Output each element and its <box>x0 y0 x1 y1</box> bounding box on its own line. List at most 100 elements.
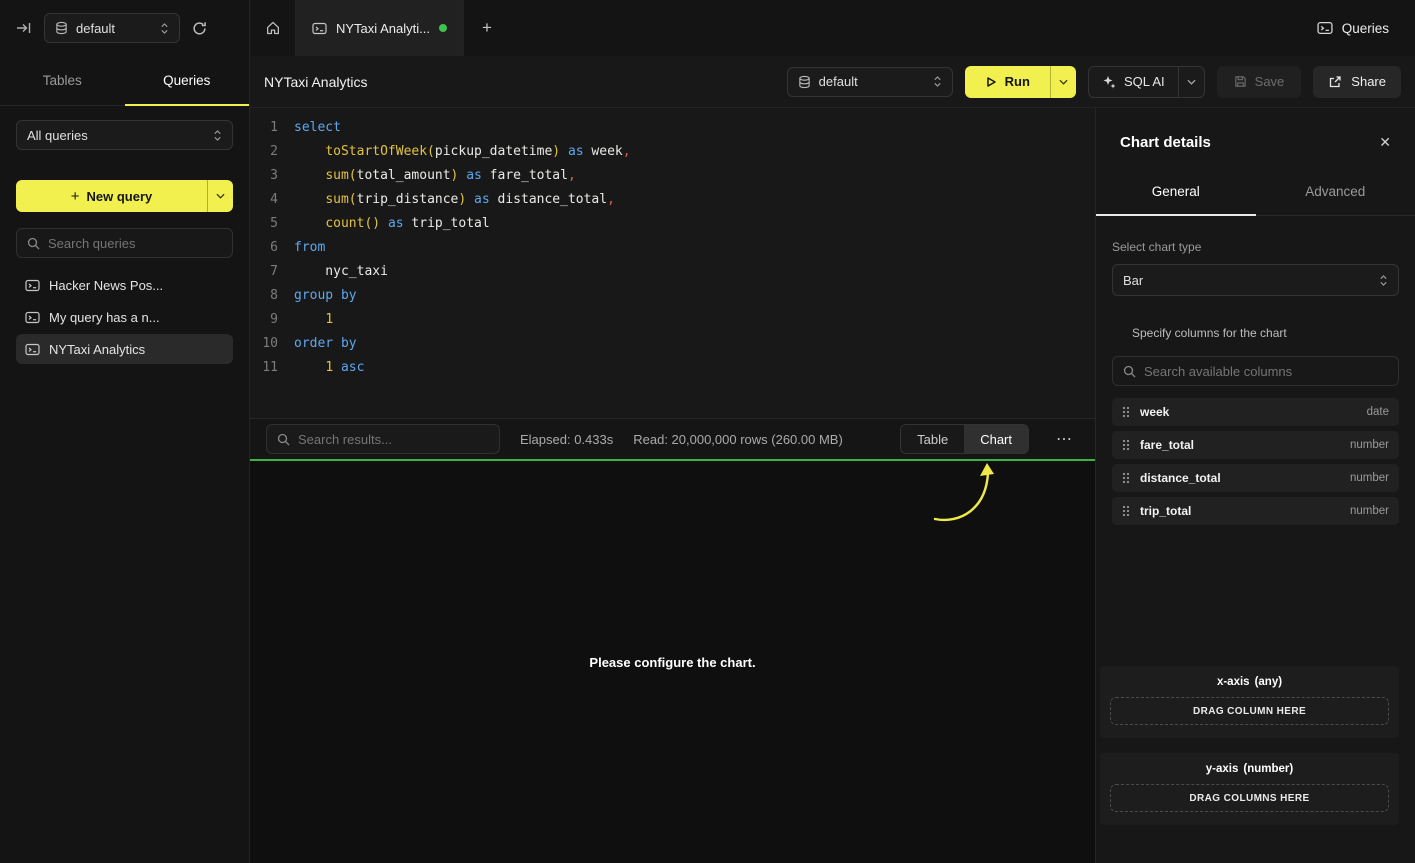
more-options-button[interactable]: ⋯ <box>1049 429 1079 449</box>
sql-editor[interactable]: 1234567891011 select toStartOfWeek(picku… <box>250 108 1095 418</box>
query-item-label: NYTaxi Analytics <box>49 342 145 357</box>
database-icon <box>798 75 811 89</box>
editor-code: select toStartOfWeek(pickup_datetime) as… <box>278 116 631 418</box>
new-query-button[interactable]: + New query <box>16 180 207 212</box>
results-toolbar: Elapsed: 0.433s Read: 20,000,000 rows (2… <box>250 418 1095 459</box>
new-tab-button[interactable]: + <box>464 0 510 56</box>
x-axis-dropzone[interactable]: DRAG COLUMN HERE <box>1110 697 1389 725</box>
run-options-button[interactable] <box>1050 66 1076 98</box>
share-button[interactable]: Share <box>1313 66 1401 98</box>
home-icon <box>265 20 281 36</box>
share-icon <box>1328 75 1342 89</box>
sidebar-tab-tables[interactable]: Tables <box>0 56 125 105</box>
column-name: fare_total <box>1140 438 1194 452</box>
topbar: default NYTaxi Analyti. <box>0 0 1415 56</box>
query-list-item[interactable]: My query has a n... <box>16 302 233 332</box>
new-query-label: New query <box>87 189 153 204</box>
drag-handle-icon[interactable] <box>1122 505 1130 517</box>
queries-button[interactable]: Queries <box>1317 0 1415 56</box>
save-button[interactable]: Save <box>1217 66 1302 98</box>
chart-type-label: Select chart type <box>1112 240 1399 254</box>
main-header: NYTaxi Analytics default Run <box>250 56 1415 108</box>
column-row[interactable]: distance_total number <box>1112 464 1399 492</box>
column-type: number <box>1350 505 1389 517</box>
query-icon <box>312 21 327 36</box>
search-icon <box>277 433 290 446</box>
sql-ai-button[interactable]: SQL AI <box>1089 67 1178 97</box>
unsaved-dot-icon <box>439 24 447 32</box>
sql-ai-options-button[interactable] <box>1178 67 1204 97</box>
tab-home[interactable] <box>250 0 296 56</box>
editor-gutter: 1234567891011 <box>250 116 278 418</box>
columns-section: Specify columns for the chart we <box>1112 326 1399 525</box>
x-axis-label: x-axis(any) <box>1110 676 1389 688</box>
query-filter-value: All queries <box>27 128 205 143</box>
column-type: number <box>1350 472 1389 484</box>
sidebar-tabs: Tables Queries <box>0 56 249 106</box>
view-toggle: Table Chart <box>900 424 1029 454</box>
chart-placeholder-text: Please configure the chart. <box>250 655 1095 670</box>
query-list: Hacker News Pos... My query has a n... <box>16 270 233 364</box>
columns-search-input[interactable] <box>1144 364 1388 379</box>
chart-details-header: Chart details ✕ <box>1096 108 1415 170</box>
new-query-button-group: + New query <box>16 180 233 212</box>
query-filter-dropdown[interactable]: All queries <box>16 120 233 150</box>
chart-type-dropdown[interactable]: Bar <box>1112 264 1399 296</box>
column-type: number <box>1350 439 1389 451</box>
arrow-to-bar-icon <box>16 21 32 35</box>
run-button-label: Run <box>1005 74 1030 89</box>
run-database-selector[interactable]: default <box>787 67 953 97</box>
queries-icon <box>1317 20 1333 36</box>
refresh-icon <box>192 21 207 36</box>
query-item-label: Hacker News Pos... <box>49 278 163 293</box>
tab-general[interactable]: General <box>1096 170 1256 215</box>
chart-details-title: Chart details <box>1120 134 1211 151</box>
run-database-value: default <box>819 74 925 89</box>
new-query-options-button[interactable] <box>207 180 233 212</box>
run-button[interactable]: Run <box>965 66 1050 98</box>
column-row[interactable]: trip_total number <box>1112 497 1399 525</box>
topbar-database-selector[interactable]: default <box>44 13 180 43</box>
collapse-sidebar-button[interactable] <box>16 21 32 35</box>
sql-ai-button-group: SQL AI <box>1088 66 1205 98</box>
plus-icon: + <box>482 18 492 38</box>
sidebar-tab-queries[interactable]: Queries <box>125 56 250 105</box>
chevron-down-icon <box>1187 79 1196 85</box>
sparkle-icon <box>1102 75 1116 89</box>
query-icon <box>25 342 40 357</box>
close-icon: ✕ <box>1379 134 1391 150</box>
results-search-input[interactable] <box>298 432 489 447</box>
y-axis-dropzone[interactable]: DRAG COLUMNS HERE <box>1110 784 1389 812</box>
query-search-input[interactable] <box>48 236 222 251</box>
tab-nytaxi-analytics[interactable]: NYTaxi Analyti... <box>296 0 464 56</box>
sql-ai-label: SQL AI <box>1124 74 1165 89</box>
refresh-button[interactable] <box>192 21 207 36</box>
columns-search-box <box>1112 356 1399 386</box>
drag-handle-icon[interactable] <box>1122 472 1130 484</box>
query-item-label: My query has a n... <box>49 310 160 325</box>
table-view-button[interactable]: Table <box>901 425 964 453</box>
column-row[interactable]: fare_total number <box>1112 431 1399 459</box>
drag-handle-icon[interactable] <box>1122 439 1130 451</box>
elapsed-time: Elapsed: 0.433s <box>520 432 613 447</box>
tab-label: NYTaxi Analyti... <box>336 21 430 36</box>
ellipsis-icon: ⋯ <box>1056 431 1072 448</box>
run-button-group: Run <box>965 66 1076 98</box>
chevron-updown-icon <box>213 129 222 142</box>
query-list-item[interactable]: NYTaxi Analytics <box>16 334 233 364</box>
query-search-box <box>16 228 233 258</box>
plus-icon: + <box>71 188 80 205</box>
tab-advanced[interactable]: Advanced <box>1256 170 1415 215</box>
share-button-label: Share <box>1351 74 1386 89</box>
sidebar-body: All queries + New query <box>0 106 249 364</box>
drag-handle-icon[interactable] <box>1122 406 1130 418</box>
chevron-down-icon <box>216 193 225 199</box>
query-list-item[interactable]: Hacker News Pos... <box>16 270 233 300</box>
results-search-box <box>266 424 500 454</box>
chart-view-button[interactable]: Chart <box>964 425 1028 453</box>
column-row[interactable]: week date <box>1112 398 1399 426</box>
chevron-updown-icon <box>1379 274 1388 287</box>
save-icon <box>1234 75 1247 88</box>
chart-area: Please configure the chart. <box>250 459 1095 863</box>
close-panel-button[interactable]: ✕ <box>1379 134 1391 151</box>
